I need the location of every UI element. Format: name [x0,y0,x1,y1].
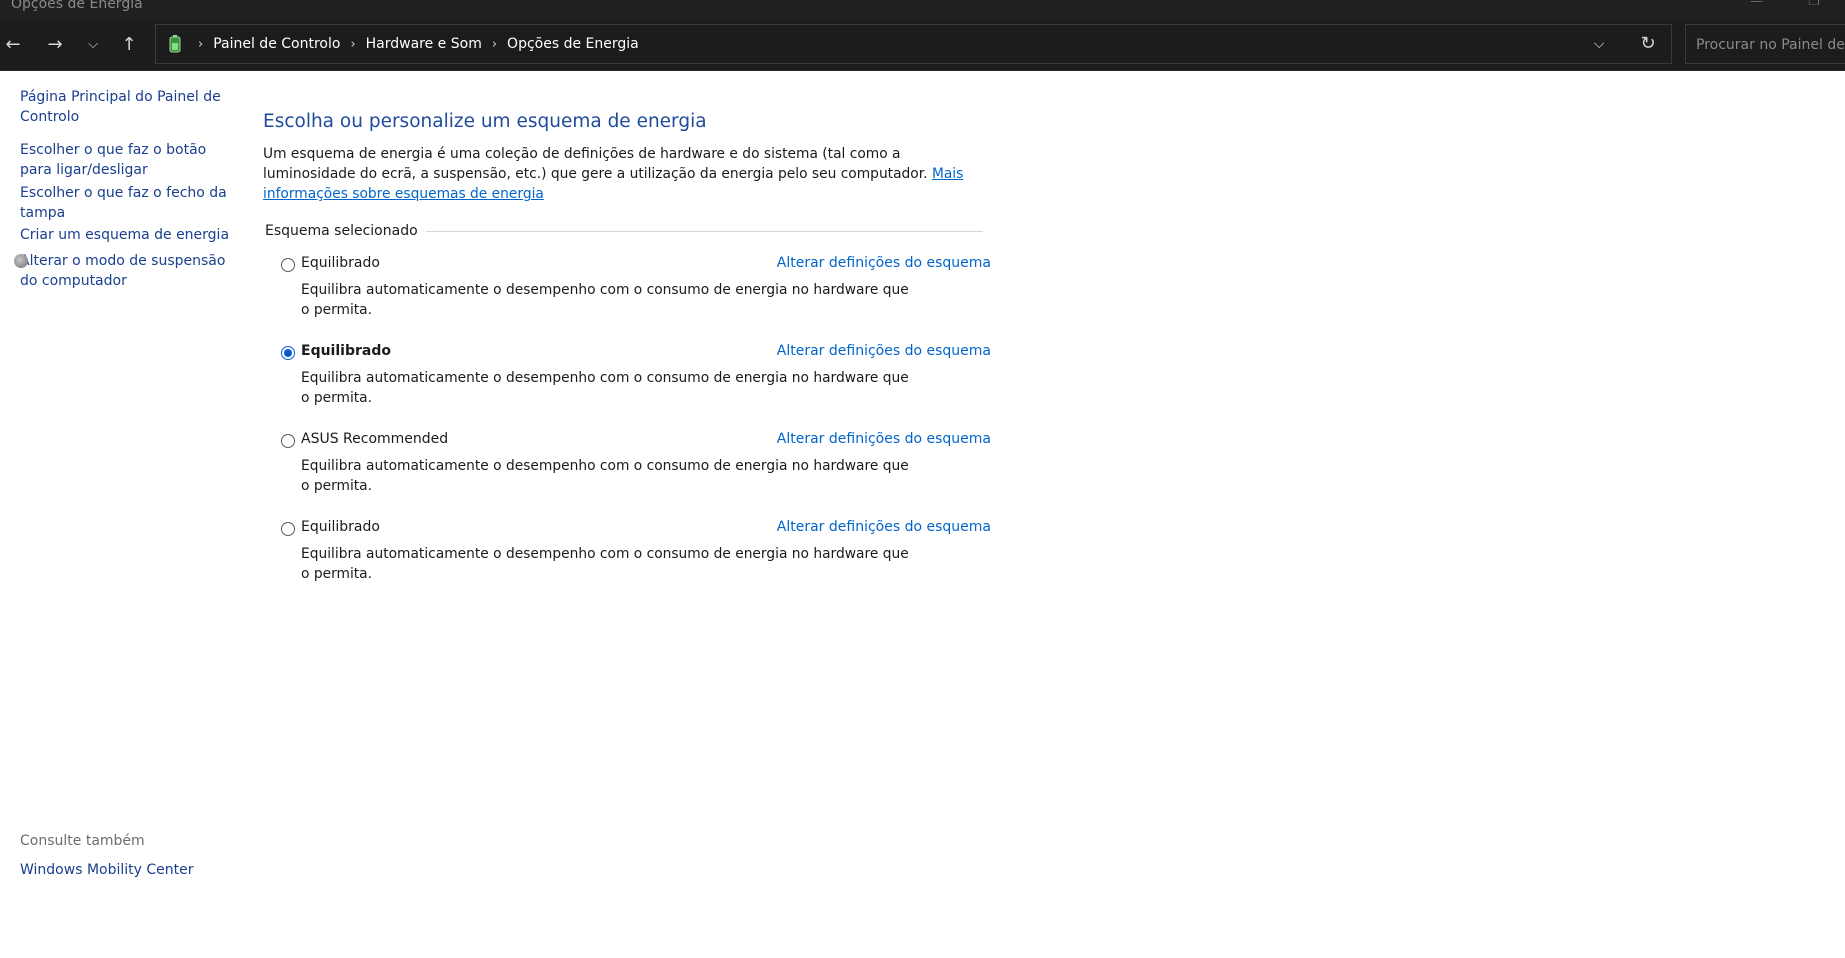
forward-button[interactable]: → [42,32,68,58]
left-pane: Página Principal do Painel de Controlo E… [0,71,240,958]
power-plan-item: ASUS Recommended Alterar definições do e… [281,431,991,511]
group-label: Esquema selecionado [265,223,426,239]
sidebar-link-power-button[interactable]: Escolher o que faz o botão para ligar/de… [20,140,230,180]
shield-icon [14,254,28,268]
address-bar-area: ← → ⌵ ↑ › Painel de Controlo › Hardware … [0,20,1845,71]
plan-radio[interactable] [281,258,295,272]
breadcrumb-power-options[interactable]: Opções de Energia [507,36,639,52]
sidebar-link-lid-close[interactable]: Escolher o que faz o fecho da tampa [20,183,230,223]
plan-radio[interactable] [281,522,295,536]
plan-name[interactable]: ASUS Recommended [301,431,448,447]
plan-description: Equilibra automaticamente o desempenho c… [301,282,909,318]
change-plan-settings-link[interactable]: Alterar definições do esquema [777,343,991,359]
power-plan-item: Equilibrado Alterar definições do esquem… [281,255,991,335]
sidebar-link-control-panel-home[interactable]: Página Principal do Painel de Controlo [20,87,230,127]
breadcrumb: › Painel de Controlo › Hardware e Som › … [188,25,639,63]
arrow-up-icon: ↑ [121,34,137,55]
address-box[interactable]: › Painel de Controlo › Hardware e Som › … [155,24,1672,64]
back-button[interactable]: ← [0,32,26,58]
chevron-down-icon: ⌵ [88,37,98,52]
power-plan-item: Equilibrado Alterar definições do esquem… [281,343,991,423]
up-button[interactable]: ↑ [116,32,142,58]
address-dropdown-button[interactable]: ⌵ [1589,34,1609,54]
arrow-right-icon: → [47,34,63,55]
power-plan-item: Equilibrado Alterar definições do esquem… [281,519,991,599]
windows-mobility-center-link[interactable]: Windows Mobility Center [20,862,194,878]
search-input[interactable] [1694,34,1845,56]
chevron-down-icon: ⌵ [1593,36,1605,52]
arrow-left-icon: ← [5,34,21,55]
see-also-label: Consulte também [20,833,145,849]
plan-description: Equilibra automaticamente o desempenho c… [301,458,909,494]
plan-name[interactable]: Equilibrado [301,255,380,271]
page-title: Escolha ou personalize um esquema de ene… [263,111,707,132]
breadcrumb-control-panel[interactable]: Painel de Controlo [213,36,340,52]
change-plan-settings-link[interactable]: Alterar definições do esquema [777,431,991,447]
search-box[interactable] [1685,24,1845,64]
breadcrumb-hardware-sound[interactable]: Hardware e Som [366,36,482,52]
plan-description: Equilibra automaticamente o desempenho c… [301,370,909,406]
change-plan-settings-link[interactable]: Alterar definições do esquema [777,255,991,271]
plan-name[interactable]: Equilibrado [301,519,380,535]
recent-locations-button[interactable]: ⌵ [80,32,106,58]
breadcrumb-separator-icon: › [350,36,356,52]
restore-icon[interactable]: ❐ [1808,0,1820,9]
refresh-icon: ↻ [1640,33,1656,54]
breadcrumb-separator-icon: › [491,36,498,52]
page-description: Um esquema de energia é uma coleção de d… [263,146,964,202]
sidebar-link-sleep-mode[interactable]: Alterar o modo de suspensão do computado… [14,251,230,291]
plan-radio-selected[interactable] [281,346,295,360]
title-bar: Opções de Energia — ❐ [0,0,1845,20]
power-options-icon [169,35,181,53]
window-title: Opções de Energia [11,0,143,12]
refresh-button[interactable]: ↻ [1637,33,1659,55]
plan-description: Equilibra automaticamente o desempenho c… [301,546,909,582]
plan-name[interactable]: Equilibrado [301,343,391,359]
change-plan-settings-link[interactable]: Alterar definições do esquema [777,519,991,535]
sidebar-link-create-plan[interactable]: Criar um esquema de energia [20,225,230,245]
minimize-icon[interactable]: — [1750,0,1763,9]
plan-radio[interactable] [281,434,295,448]
breadcrumb-separator-icon: › [198,36,204,52]
sidebar-link-label: Alterar o modo de suspensão do computado… [20,253,226,289]
